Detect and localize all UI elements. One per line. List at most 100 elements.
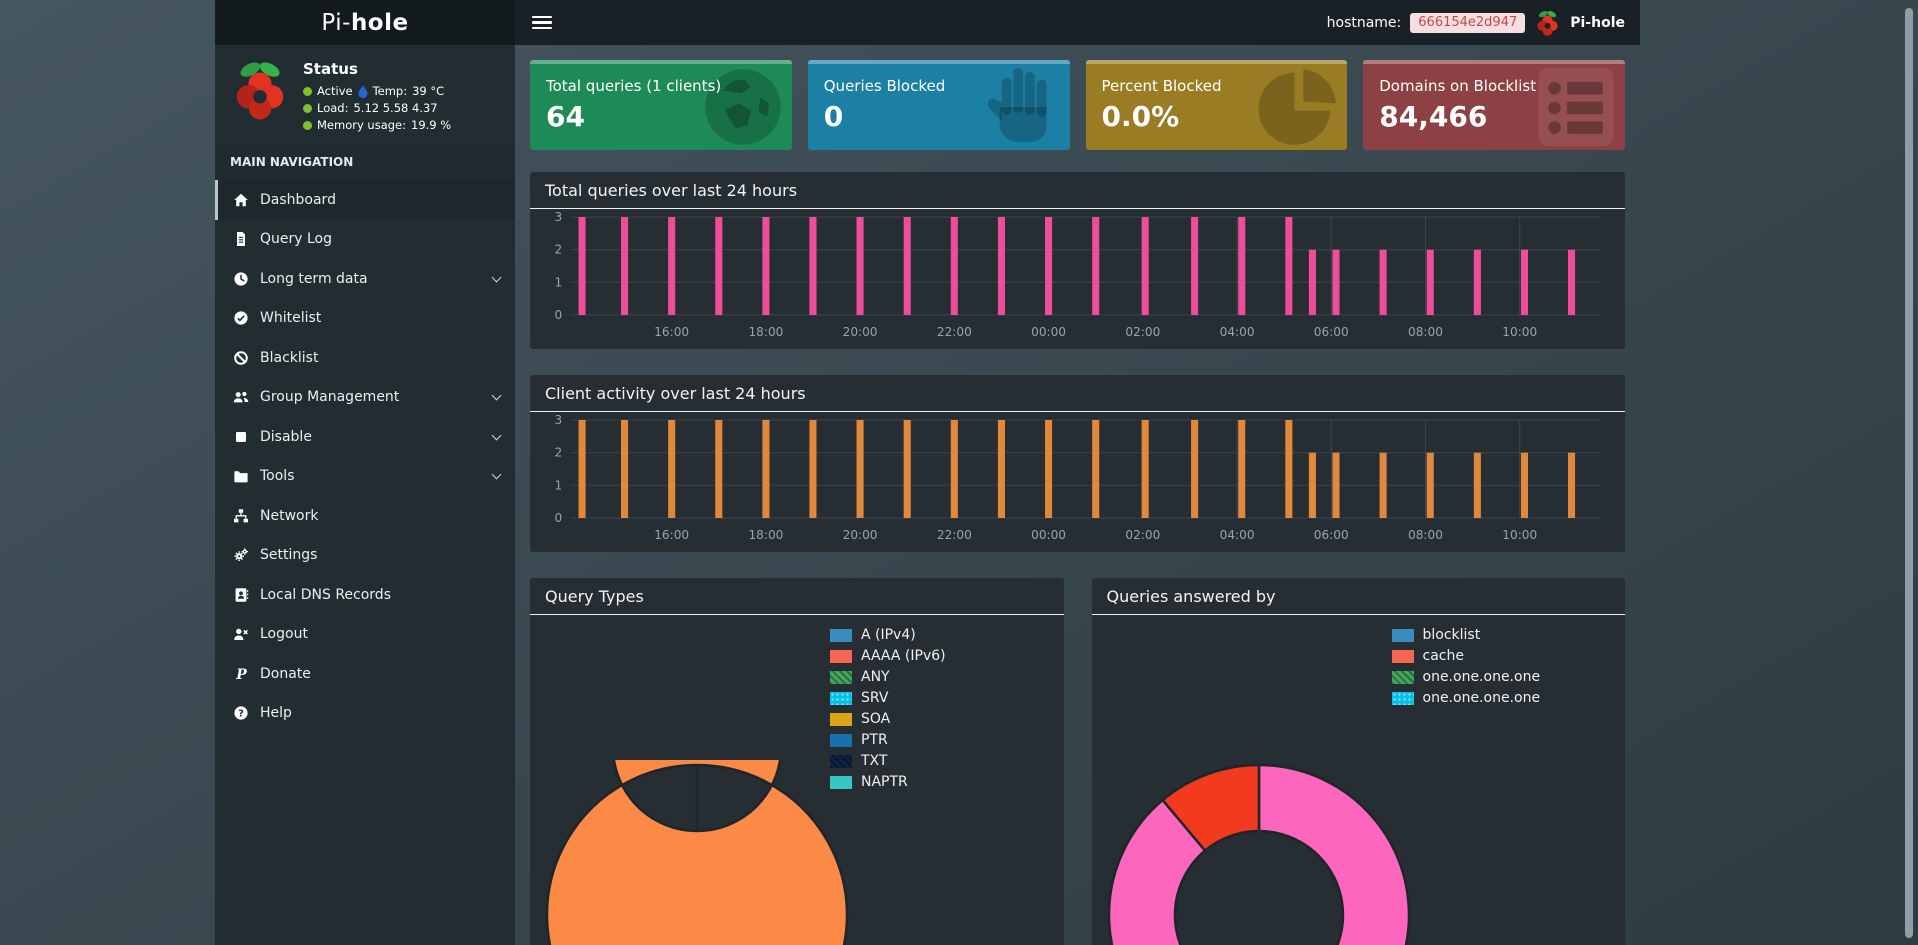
panel-header: Queries answered by bbox=[1091, 578, 1625, 615]
query-types-panel: Query Types A (IPv4) AAAA (IPv6) ANY SRV SOA… bbox=[530, 578, 1064, 945]
page-scrollbar[interactable] bbox=[1905, 8, 1913, 938]
raspberry-logo-icon bbox=[229, 58, 291, 132]
chart-bar bbox=[1379, 452, 1387, 518]
status-active-label: Active bbox=[317, 84, 353, 98]
svg-text:00:00: 00:00 bbox=[1031, 528, 1066, 542]
temp-value: 39 °C bbox=[412, 84, 445, 98]
sidebar-item-whitelist[interactable]: Whitelist bbox=[215, 299, 515, 339]
sidebar-item-long-term-data[interactable]: Long term data bbox=[215, 259, 515, 299]
chart-bar bbox=[997, 420, 1005, 518]
legend-item[interactable]: SRV bbox=[830, 690, 946, 706]
sidebar-item-label: Settings bbox=[260, 547, 318, 564]
stat-card-value: 0.0% bbox=[1101, 100, 1180, 133]
chart-bar bbox=[809, 420, 817, 518]
legend-swatch-icon bbox=[830, 775, 852, 789]
stat-card-value: 0 bbox=[823, 100, 844, 133]
sidebar-item-label: Network bbox=[260, 507, 319, 524]
svg-text:0: 0 bbox=[555, 511, 563, 525]
legend-item[interactable]: ANY bbox=[830, 669, 946, 685]
query-types-donut-chart[interactable] bbox=[542, 661, 852, 945]
sidebar-item-query-log[interactable]: Query Log bbox=[215, 220, 515, 260]
legend-item[interactable]: NAPTR bbox=[830, 774, 946, 790]
chart-bar bbox=[1567, 249, 1576, 315]
legend-swatch-icon bbox=[830, 691, 852, 705]
chart-bar bbox=[1045, 217, 1053, 315]
answered-by-donut-chart[interactable] bbox=[1104, 760, 1414, 945]
main-content: Total queries (1 clients) 64 Queries Block… bbox=[515, 45, 1640, 945]
chart-bar bbox=[762, 420, 770, 518]
legend-label: NAPTR bbox=[861, 774, 908, 790]
legend-label: cache bbox=[1422, 648, 1464, 664]
legend-item[interactable]: cache bbox=[1391, 648, 1541, 664]
panel-title: Client activity over last 24 hours bbox=[545, 384, 806, 403]
chart-bar bbox=[1332, 249, 1340, 315]
chart-bar bbox=[578, 217, 586, 315]
stat-card-total-queries-1-clients: Total queries (1 clients) 64 bbox=[530, 60, 792, 150]
legend-swatch-icon bbox=[1391, 691, 1414, 705]
sidebar-item-help[interactable]: ? Help bbox=[215, 694, 515, 734]
paypal-icon: P bbox=[230, 666, 252, 682]
sidebar-toggle-icon[interactable] bbox=[532, 15, 552, 30]
stat-card-label: Percent Blocked bbox=[1101, 77, 1222, 95]
sidebar-item-label: Whitelist bbox=[260, 310, 322, 327]
app-logo[interactable]: Pi-hole bbox=[215, 0, 515, 45]
chart-bar bbox=[668, 217, 676, 315]
svg-text:18:00: 18:00 bbox=[748, 528, 783, 542]
brand-name: Pi-hole bbox=[1570, 14, 1625, 31]
status-dot-icon bbox=[303, 120, 312, 130]
gears-icon bbox=[230, 547, 252, 563]
chart-bar bbox=[1285, 420, 1293, 518]
sidebar-item-disable[interactable]: Disable bbox=[215, 417, 515, 457]
svg-text:3: 3 bbox=[555, 413, 563, 427]
client-activity-chart[interactable]: 0 1 2 3 16:00 18:00 20:00 22:00 00:00 02:00 04:00 0… bbox=[530, 412, 1625, 552]
sidebar-item-network[interactable]: Network bbox=[215, 496, 515, 536]
answered-by-legend: blocklist cache one.one.one.one one.one.one… bbox=[1391, 627, 1541, 706]
raspberry-logo-icon bbox=[1534, 9, 1561, 36]
legend-item[interactable]: TXT bbox=[830, 753, 946, 769]
svg-text:22:00: 22:00 bbox=[937, 325, 972, 339]
navbar-right: hostname: 666154e2d947 Pi-hole bbox=[1327, 9, 1625, 36]
status-dot-icon bbox=[303, 103, 312, 113]
sidebar-item-label: Logout bbox=[260, 626, 308, 643]
svg-text:04:00: 04:00 bbox=[1220, 325, 1255, 339]
legend-item[interactable]: SOA bbox=[830, 711, 946, 727]
status-dot-icon bbox=[303, 86, 312, 96]
svg-text:10:00: 10:00 bbox=[1502, 325, 1537, 339]
legend-swatch-icon bbox=[1391, 649, 1414, 663]
legend-item[interactable]: one.one.one.one bbox=[1391, 690, 1540, 706]
sidebar-item-dashboard[interactable]: Dashboard bbox=[215, 180, 515, 220]
svg-text:20:00: 20:00 bbox=[843, 528, 878, 542]
total-queries-chart[interactable]: 0 1 2 3 16:00 18:00 20:00 22:00 00:00 02:00 04:00 0… bbox=[530, 209, 1625, 349]
svg-text:P: P bbox=[235, 667, 247, 682]
stat-card-queries-blocked: Queries Blocked 0 bbox=[807, 60, 1070, 150]
legend-item[interactable]: blocklist bbox=[1391, 627, 1541, 643]
chart-bar bbox=[903, 420, 911, 518]
sidebar-item-donate[interactable]: P Donate bbox=[215, 654, 515, 694]
legend-item[interactable]: AAAA (IPv6) bbox=[830, 648, 946, 664]
sidebar-item-local-dns-records[interactable]: Local DNS Records bbox=[215, 575, 515, 615]
legend-label: PTR bbox=[861, 732, 888, 748]
sidebar-item-settings[interactable]: Settings bbox=[215, 536, 515, 576]
chart-bar bbox=[1426, 249, 1434, 315]
sidebar-item-logout[interactable]: Logout bbox=[215, 615, 515, 655]
legend-item[interactable]: PTR bbox=[830, 732, 946, 748]
legend-item[interactable]: one.one.one.one bbox=[1391, 669, 1541, 685]
svg-text:08:00: 08:00 bbox=[1408, 528, 1443, 542]
logo-text-pi: Pi- bbox=[321, 9, 351, 36]
svg-text:16:00: 16:00 bbox=[654, 325, 689, 339]
sidebar-item-label: Disable bbox=[260, 428, 312, 445]
legend-label: one.one.one.one bbox=[1422, 669, 1541, 685]
sidebar-item-group-management[interactable]: Group Management bbox=[215, 378, 515, 418]
sidebar-item-label: Help bbox=[260, 705, 292, 722]
svg-text:10:00: 10:00 bbox=[1502, 528, 1537, 542]
legend-label: ANY bbox=[861, 669, 890, 685]
chart-bar bbox=[950, 217, 958, 315]
legend-item[interactable]: A (IPv4) bbox=[830, 627, 946, 643]
chart-bar bbox=[621, 420, 629, 518]
sidebar-item-blacklist[interactable]: Blacklist bbox=[215, 338, 515, 378]
chart-bar bbox=[856, 420, 864, 518]
legend-label: AAAA (IPv6) bbox=[861, 648, 946, 664]
sidebar-item-label: Tools bbox=[260, 468, 295, 485]
sidebar-item-tools[interactable]: Tools bbox=[215, 457, 515, 497]
svg-text:20:00: 20:00 bbox=[843, 325, 878, 339]
